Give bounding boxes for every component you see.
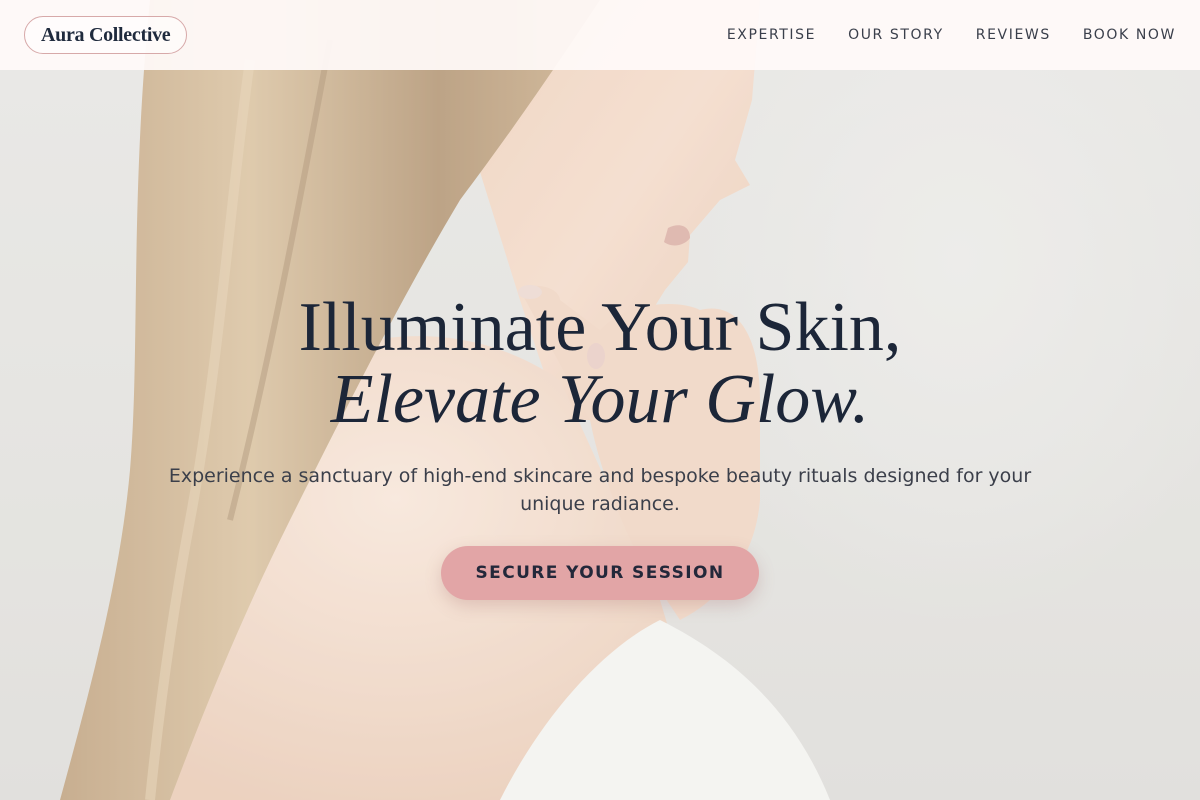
nav-link-reviews[interactable]: REVIEWS [976, 27, 1051, 43]
brand-logo[interactable]: Aura Collective [24, 16, 188, 54]
top-navigation-bar: Aura Collective EXPERTISE OUR STORY REVI… [0, 0, 1200, 70]
nav-link-expertise[interactable]: EXPERTISE [727, 27, 816, 43]
hero-section: Illuminate Your Skin, Elevate Your Glow.… [0, 292, 1200, 600]
nav-links: EXPERTISE OUR STORY REVIEWS BOOK NOW [727, 27, 1176, 43]
hero-subtitle: Experience a sanctuary of high-end skinc… [168, 465, 1032, 515]
secure-session-button[interactable]: SECURE YOUR SESSION [441, 546, 759, 600]
nav-link-our-story[interactable]: OUR STORY [848, 27, 944, 43]
hero-title-line1: Illuminate Your Skin, [298, 289, 902, 366]
hero-title: Illuminate Your Skin, Elevate Your Glow. [0, 292, 1200, 436]
hero-title-line2: Elevate Your Glow. [330, 361, 870, 438]
nav-link-book-now[interactable]: BOOK NOW [1083, 27, 1176, 43]
